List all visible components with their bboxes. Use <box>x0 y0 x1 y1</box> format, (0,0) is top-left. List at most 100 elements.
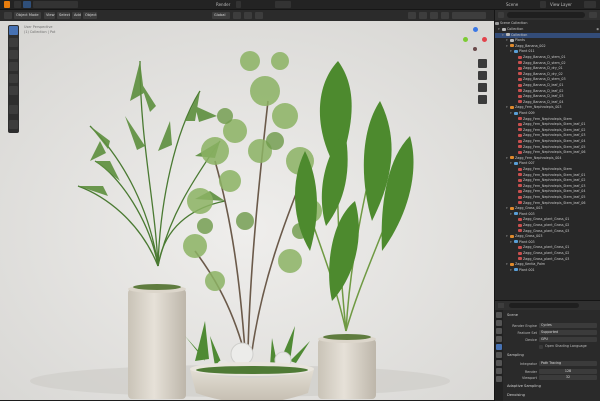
z-axis-icon[interactable] <box>473 27 478 32</box>
properties-editor-type-icon[interactable] <box>498 303 504 308</box>
outliner-row[interactable]: ▾Plants◉ <box>495 38 600 43</box>
outliner-row[interactable]: Zagg_Fern_Nephrolepis_Stem_leaf_01 <box>495 122 600 127</box>
section-denoising[interactable]: Denoising <box>507 393 525 397</box>
outliner-row[interactable]: Zagg_Fern_Nephrolepis_Stem_leaf_01 <box>495 173 600 178</box>
outliner-row[interactable]: Zagg_Fern_Nephrolepis_Stem_leaf_02 <box>495 128 600 133</box>
outliner-row[interactable]: Zagg_Grass_plant_Grass_03 <box>495 229 600 234</box>
window-controls[interactable] <box>584 1 596 8</box>
outliner-row[interactable]: ▾Zagg_Grass_003◉ <box>495 234 600 239</box>
view-menu[interactable]: View <box>44 12 55 19</box>
zoom-icon[interactable] <box>478 59 487 68</box>
outliner-row[interactable]: ▾Zagg_Fern_Nephrolepis_004◉ <box>495 156 600 161</box>
visibility-eye-icon[interactable]: ◉ <box>596 27 599 32</box>
snap-icon[interactable] <box>244 12 252 19</box>
outliner-row[interactable]: Zagg_Banana_D_dry_01 <box>495 66 600 71</box>
integrator-select[interactable]: Path Tracing <box>539 361 597 366</box>
outliner-row[interactable]: ▾Plant 009◉ <box>495 111 600 116</box>
pivot-point-icon[interactable] <box>233 12 241 19</box>
scene-name[interactable]: Scene <box>506 1 518 8</box>
view-layer-tab-icon[interactable] <box>496 336 502 342</box>
viewport-shading-toggle[interactable] <box>275 1 291 8</box>
outliner-row[interactable]: Zagg_Fern_Nephrolepis_Stem <box>495 167 600 172</box>
render-icon[interactable] <box>236 1 241 8</box>
outliner-row[interactable]: Zagg_Banana_D_leaf_02 <box>495 89 600 94</box>
filter-icon[interactable] <box>589 12 597 18</box>
object-tab-icon[interactable] <box>496 360 502 366</box>
workspace-tabs[interactable] <box>33 1 78 8</box>
outliner-row[interactable]: Zagg_Banana_D_stem_01 <box>495 55 600 60</box>
outliner-search-input[interactable] <box>507 12 585 18</box>
outliner-scene-collection[interactable]: Scene Collection <box>495 21 599 26</box>
outliner-row[interactable]: ▾Plant 001◉ <box>495 268 600 273</box>
x-axis-icon[interactable] <box>482 37 487 42</box>
outliner-row[interactable]: Zagg_Fern_Nephrolepis_Stem_leaf_04 <box>495 139 600 144</box>
pan-icon[interactable] <box>478 71 487 80</box>
outliner-row[interactable]: ▾Collection◉ <box>495 27 600 32</box>
outliner-row[interactable]: Zagg_Grass_plant_Grass_03 <box>495 257 600 262</box>
transform-icon[interactable] <box>9 86 18 95</box>
outliner-row[interactable]: Zagg_Banana_D_leaf_04 <box>495 100 600 105</box>
render-engine-select[interactable]: Cycles <box>539 323 597 328</box>
output-tab-icon[interactable] <box>496 328 502 334</box>
outliner-row[interactable]: Zagg_Fern_Nephrolepis_Stem_leaf_06 <box>495 201 600 206</box>
feature-set-select[interactable]: Supported <box>539 330 597 335</box>
outliner-row[interactable]: ▾Zagg_Grass_003◉ <box>495 206 600 211</box>
properties-search-input[interactable] <box>509 303 579 308</box>
outliner-row[interactable]: ▾Plant 007◉ <box>495 161 600 166</box>
outliner-row[interactable]: ▾Plant 003◉ <box>495 240 600 245</box>
outliner-row[interactable]: ▾Zagg_Kentia_Palm◉ <box>495 262 600 267</box>
outliner-row[interactable]: ▾Zagg_Banana_002◉ <box>495 44 600 49</box>
display-mode-icon[interactable] <box>498 12 504 18</box>
outliner-row[interactable]: ▾Plant 003◉ <box>495 212 600 217</box>
tool-tab-icon[interactable] <box>496 312 502 318</box>
scene-tab-icon[interactable] <box>496 344 502 350</box>
neg-z-axis-icon[interactable] <box>473 47 477 51</box>
outliner-row[interactable]: ▾Plant 011◉ <box>495 49 600 54</box>
outliner-row[interactable]: Zagg_Banana_D_stem_02 <box>495 61 600 66</box>
render-tab-icon[interactable] <box>496 320 502 326</box>
view-layer-icon[interactable] <box>540 1 546 8</box>
select-menu[interactable]: Select <box>57 12 70 19</box>
workspace-render-menu[interactable]: Render <box>216 1 230 8</box>
modifier-tab-icon[interactable] <box>496 368 502 374</box>
outliner-row[interactable]: Zagg_Banana_D_leaf_01 <box>495 83 600 88</box>
outliner-row[interactable]: Zagg_Fern_Nephrolepis_Stem <box>495 117 600 122</box>
outliner-row[interactable]: Zagg_Fern_Nephrolepis_Stem_leaf_04 <box>495 189 600 194</box>
xray-toggle-icon[interactable] <box>441 12 449 19</box>
osl-checkbox[interactable] <box>539 345 543 349</box>
proportional-edit-icon[interactable] <box>255 12 263 19</box>
view-layer-name[interactable]: View Layer <box>550 1 572 8</box>
blender-logo-icon[interactable] <box>4 1 10 8</box>
transform-orientation[interactable]: Global <box>212 12 230 19</box>
perspective-toggle-icon[interactable] <box>478 95 487 104</box>
outliner-row[interactable]: Zagg_Grass_plant_Grass_02 <box>495 223 600 228</box>
outliner-row[interactable]: Zagg_Fern_Nephrolepis_Stem_leaf_05 <box>495 195 600 200</box>
navigation-gizmo[interactable] <box>462 27 488 53</box>
shading-mode-buttons[interactable] <box>452 12 486 19</box>
outliner-row[interactable]: Zagg_Fern_Nephrolepis_Stem_leaf_03 <box>495 184 600 189</box>
outliner-row[interactable]: Zagg_Grass_plant_Grass_02 <box>495 251 600 256</box>
section-scene[interactable]: Scene <box>507 313 518 317</box>
measure-icon[interactable] <box>9 120 18 129</box>
render-samples-field[interactable]: 128 <box>539 369 597 374</box>
outliner-row[interactable]: ▾Zagg_Fern_Nephrolepis_003◉ <box>495 105 600 110</box>
camera-view-icon[interactable] <box>478 83 487 92</box>
outliner-row[interactable]: Zagg_Grass_plant_Grass_01 <box>495 217 600 222</box>
editor-type-button[interactable] <box>4 12 12 19</box>
3d-viewport[interactable]: User Perspective (1) Collection | Pot <box>0 21 494 400</box>
world-tab-icon[interactable] <box>496 352 502 358</box>
y-axis-icon[interactable] <box>463 37 468 42</box>
section-adaptive-sampling[interactable]: Adaptive Sampling <box>507 384 541 388</box>
object-menu[interactable]: Object <box>83 12 97 19</box>
select-box-icon[interactable] <box>9 26 18 35</box>
outliner-row[interactable]: Zagg_Fern_Nephrolepis_Stem_leaf_02 <box>495 178 600 183</box>
file-menu-icon[interactable] <box>14 1 21 8</box>
overlay-toggle-icon[interactable] <box>430 12 438 19</box>
outliner-row[interactable]: Zagg_Banana_D_leaf_03 <box>495 94 600 99</box>
viewport-samples-field[interactable]: 32 <box>539 375 597 380</box>
add-menu[interactable]: Add <box>72 12 81 19</box>
device-select[interactable]: GPU <box>539 337 597 342</box>
annotate-icon[interactable] <box>9 105 18 114</box>
section-sampling[interactable]: Sampling <box>507 353 524 357</box>
mode-selector[interactable]: Object Mode <box>14 12 41 19</box>
